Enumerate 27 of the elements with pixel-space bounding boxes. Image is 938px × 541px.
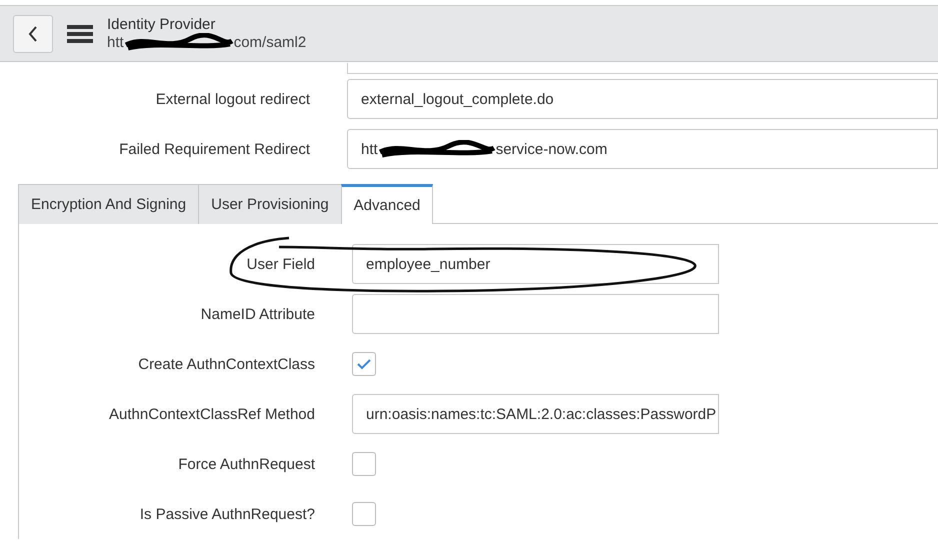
field-label: External logout redirect [154, 90, 310, 108]
checkmark-icon [356, 358, 372, 370]
chevron-left-icon [27, 24, 39, 42]
tab[interactable]: Advanced [340, 184, 434, 224]
tab[interactable]: User Provisioning [198, 184, 341, 224]
input-field[interactable]: htt service-now.com [347, 129, 938, 169]
back-button[interactable] [13, 14, 53, 52]
checkbox[interactable] [352, 352, 376, 376]
url-text: com/saml2 [234, 34, 306, 50]
tab[interactable]: Encryption And Signing [18, 184, 198, 224]
field-label: NameID Attribute [200, 306, 315, 322]
field-label: Force AuthnRequest [177, 456, 315, 472]
input-field[interactable] [352, 294, 719, 334]
checkbox[interactable] [352, 502, 376, 526]
input-field[interactable] [347, 63, 938, 74]
input-field[interactable]: employee_number [352, 244, 719, 284]
checkbox[interactable] [352, 452, 376, 476]
field-label: AuthnContextClassRef Method [108, 406, 315, 422]
field-label: Is Passive AuthnRequest? [138, 506, 315, 522]
field-label: Create AuthnContextClass [137, 356, 315, 372]
input-field[interactable]: external_logout_complete.do [347, 79, 938, 119]
input-field[interactable]: urn:oasis:names:tc:SAML:2.0:ac:classes:PasswordP [352, 394, 719, 434]
field-label: Failed Requirement Redirect [118, 140, 310, 158]
menu-icon[interactable] [67, 24, 93, 44]
url-text: htt [107, 34, 124, 50]
field-label: User Field [246, 256, 315, 272]
page-title: Identity Provider [107, 16, 216, 33]
